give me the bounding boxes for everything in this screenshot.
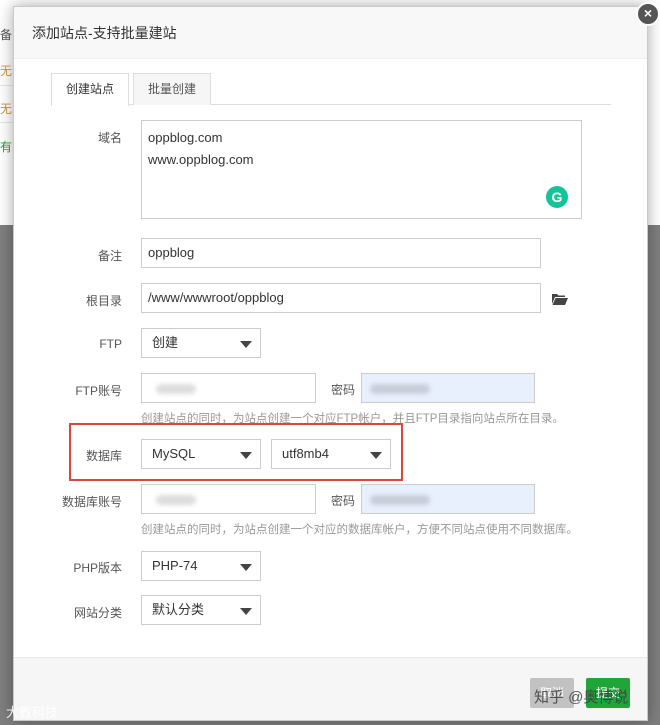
root-dir-label: 根目录 <box>85 294 122 308</box>
ftp-account-input[interactable] <box>141 373 316 403</box>
bg-fragment: 无 <box>0 64 13 78</box>
root-dir-input[interactable]: /www/wwwroot/oppblog <box>141 283 541 313</box>
ftp-password-label: 密码 <box>331 383 356 397</box>
domain-label: 域名 <box>97 131 122 145</box>
site-category-value: 默认分类 <box>152 602 205 617</box>
watermark-right: 知乎 @奥博说 <box>534 689 629 706</box>
dialog-title: 添加站点-支持批量建站 <box>14 7 647 59</box>
remark-label: 备注 <box>97 249 122 263</box>
site-category-select[interactable]: 默认分类 <box>141 595 261 625</box>
chevron-down-icon <box>240 564 252 571</box>
blurred-value <box>370 495 430 505</box>
close-dialog-button[interactable]: × <box>636 2 660 26</box>
grammarly-icon[interactable]: G <box>546 186 568 208</box>
add-site-dialog: 添加站点-支持批量建站 创建站点 批量创建 域名 oppblog.com www… <box>13 6 648 721</box>
watermark-left: 大教科技 <box>6 705 59 720</box>
bg-fragment: 无 <box>0 102 13 116</box>
tab-create-site[interactable]: 创建站点 <box>51 73 130 106</box>
db-account-input[interactable] <box>141 484 316 514</box>
bg-fragment: 有 <box>0 140 13 154</box>
php-version-select[interactable]: PHP-74 <box>141 551 261 581</box>
domain-textarea[interactable]: oppblog.com www.oppblog.com <box>141 120 582 219</box>
chevron-down-icon <box>240 608 252 615</box>
site-category-label: 网站分类 <box>73 606 122 620</box>
ftp-password-input[interactable] <box>361 373 535 403</box>
domain-line: www.oppblog.com <box>148 152 254 167</box>
php-version-value: PHP-74 <box>152 558 198 573</box>
db-password-label: 密码 <box>331 494 356 508</box>
chevron-down-icon <box>240 341 252 348</box>
blurred-value <box>156 384 196 394</box>
php-version-label: PHP版本 <box>73 561 122 575</box>
folder-icon[interactable] <box>552 293 568 305</box>
db-hint: 创建站点的同时，为站点创建一个对应的数据库帐户，方便不同站点使用不同数据库。 <box>141 524 578 536</box>
tab-batch-create[interactable]: 批量创建 <box>133 73 212 105</box>
blurred-value <box>156 495 196 505</box>
blurred-value <box>370 384 430 394</box>
ftp-selected-value: 创建 <box>152 335 179 350</box>
remark-input[interactable]: oppblog <box>141 238 541 268</box>
tab-bar: 创建站点 批量创建 <box>51 73 611 106</box>
ftp-label: FTP <box>99 337 122 351</box>
ftp-select[interactable]: 创建 <box>141 328 261 358</box>
ftp-account-label: FTP账号 <box>75 384 122 398</box>
db-password-input[interactable] <box>361 484 535 514</box>
domain-line: oppblog.com <box>148 130 223 145</box>
bg-fragment: 备 <box>0 28 13 42</box>
db-account-label: 数据库账号 <box>61 495 122 509</box>
highlight-box <box>69 423 403 481</box>
